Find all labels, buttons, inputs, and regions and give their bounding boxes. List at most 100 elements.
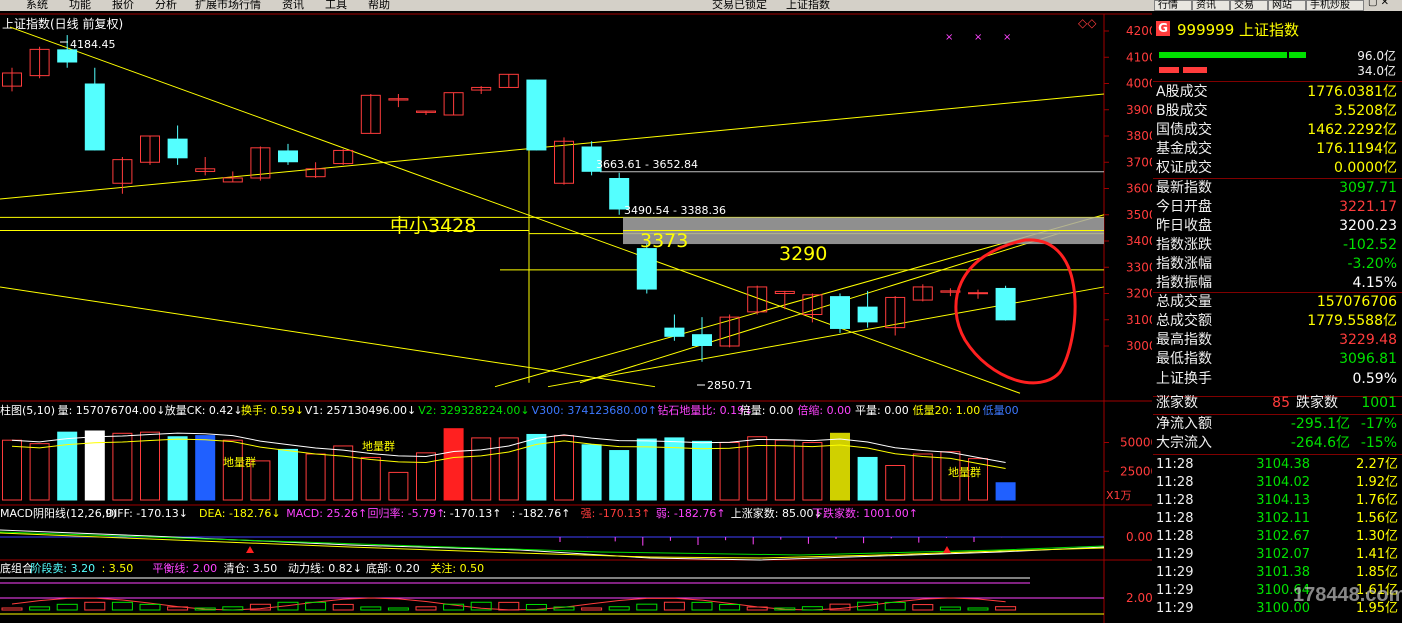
volume-bar (471, 437, 492, 501)
tick-time: 11:28 (1156, 457, 1194, 472)
up-count-label: 涨家数 (1156, 395, 1198, 411)
candle-down (664, 327, 685, 337)
candle-down (857, 306, 878, 323)
low-volume-label: 地量群 (362, 439, 395, 453)
bottom-legend: 底部: 0.20 (366, 561, 420, 575)
stat-value: 3221.17 (1339, 198, 1397, 215)
macd-signal-icon (943, 546, 951, 553)
stat-row: A股成交 1776.0381亿 (1156, 83, 1402, 102)
y-tick-label: 3400 (1126, 234, 1152, 248)
tick-amount: 1.85亿 (1356, 565, 1398, 580)
macd-diff-line (0, 529, 1105, 561)
chart-title: 上证指数(日线 前复权) (2, 16, 123, 31)
tick-time: 11:28 (1156, 511, 1194, 526)
y-tick-label: 4200 (1126, 24, 1152, 38)
annotation-low: 2850.71 (707, 379, 753, 392)
stat-label: 国债成交 (1156, 122, 1212, 139)
marker-x-icon: × (974, 32, 982, 43)
down-count-label: 跌家数 (1296, 395, 1338, 411)
stat-label: 最高指数 (1156, 332, 1212, 349)
tick-row: 11:28 3104.13 1.76亿 (1156, 492, 1402, 510)
stat-value: 3229.48 (1339, 332, 1397, 349)
volume-bar (222, 439, 243, 501)
bottom-bar (167, 606, 189, 611)
kline-chart[interactable]: 3000 3100 3200 3300 3400 3500 3600 3700 3800 3900… (0, 0, 1152, 623)
volume-bar (388, 471, 409, 501)
tick-price: 3104.02 (1256, 475, 1310, 490)
tick-row: 11:29 3102.07 1.41亿 (1156, 546, 1402, 564)
flow-row-2: 大宗流入 -264.6亿 -15% (1156, 434, 1402, 453)
stat-label: 最低指数 (1156, 351, 1212, 368)
bottom-bar (498, 601, 520, 611)
bottom-bar (29, 606, 51, 611)
net-inflow-pct: -17% (1360, 416, 1397, 432)
bottom-bar (939, 606, 961, 611)
market-badge: G (1156, 21, 1170, 36)
btn-trade[interactable]: 交易 (1230, 0, 1268, 11)
tick-price: 3104.38 (1256, 457, 1310, 472)
annotation-high: 4184.45 (70, 38, 116, 51)
macd-legend: 回归率: -5.79↑ (368, 506, 446, 520)
stat-row: 权证成交 0.0000亿 (1156, 159, 1402, 178)
volume-legend: V2: 329328224.00↓ (418, 404, 529, 417)
bottom-bar (746, 606, 768, 611)
volume-bar (774, 439, 795, 501)
volume-bar (443, 428, 464, 501)
candle-down (84, 83, 105, 151)
stat-row: B股成交 3.5208亿 (1156, 102, 1402, 121)
volume-bar (140, 431, 160, 501)
candle-down (995, 287, 1016, 321)
stat-label: 总成交量 (1156, 294, 1212, 311)
tick-time: 11:28 (1156, 475, 1194, 490)
macd-legend: DIFF: -170.13↓ (106, 507, 188, 520)
bottom-legend: 底组合 (0, 561, 33, 575)
volume-legend: 倍缩: 0.00 (797, 403, 851, 417)
volume-ma10 (11, 438, 1006, 470)
bottom-legend: 清仓: 3.50 (224, 561, 278, 575)
tick-row: 11:28 3102.67 1.30亿 (1156, 528, 1402, 546)
y-tick-label: 3300 (1126, 260, 1152, 274)
candle-down (57, 49, 78, 63)
stat-label: 昨日收盘 (1156, 217, 1212, 234)
stat-row: 指数振幅 4.15% (1156, 274, 1402, 293)
advance-decline-row: 涨家数 85 跌家数 1001 (1156, 394, 1402, 413)
bottom-bar (56, 603, 78, 611)
bottom-bar (332, 603, 354, 611)
volume-tick-label: 50000 (1120, 436, 1152, 450)
tick-time: 11:29 (1156, 565, 1194, 580)
y-tick-label: 3100 (1126, 313, 1152, 327)
volume-bar (554, 435, 574, 501)
volume-legend: 换手: 0.59↓ (241, 403, 304, 417)
btn-quote[interactable]: 行情 (1154, 0, 1192, 11)
block-inflow-label: 大宗流入 (1156, 435, 1212, 451)
stat-value: 0.0000亿 (1334, 160, 1397, 177)
stat-value: 1776.0381亿 (1307, 84, 1397, 100)
net-inflow-value: -295.1亿 (1290, 416, 1350, 432)
sell-bar-red-2 (1183, 67, 1207, 73)
btn-website[interactable]: 网站 (1268, 0, 1306, 11)
btn-news[interactable]: 资讯 (1192, 0, 1230, 11)
y-tick-label: 4100 (1126, 50, 1152, 64)
stat-row: 国债成交 1462.2292亿 (1156, 121, 1402, 140)
volume-bar (195, 435, 216, 501)
volume-bar (305, 453, 326, 501)
stat-label: A股成交 (1156, 84, 1208, 100)
downtrend-line-2 (0, 286, 656, 388)
quote-panel: G 999999 上证指数 96.0亿 34.0亿 A股成交 1776.0381亿… (1153, 14, 1402, 623)
bottom-bar (967, 607, 989, 611)
window-controls-icon[interactable]: ▢ ✕ (1368, 0, 1389, 8)
volume-bar (29, 443, 50, 501)
btn-mobile[interactable]: 手机炒股 (1306, 0, 1364, 11)
macd-legend: 上涨家数: 85.00↓ (731, 506, 823, 520)
volume-bar (857, 456, 878, 501)
volume-legend: 低量20: 1.00 (913, 404, 981, 417)
annotation-3290: 3290 (779, 243, 827, 265)
bottom-bar (801, 606, 823, 611)
stat-label: 总成交额 (1156, 313, 1212, 330)
stat-label: 指数涨跌 (1156, 236, 1212, 253)
y-tick-label: 4000 (1126, 77, 1152, 91)
tick-amount: 1.92亿 (1356, 475, 1398, 490)
watermark: 178448.com (1293, 584, 1402, 606)
macd-legend: MACD阴阳线(12,26,9) (0, 506, 117, 520)
stat-row: 上证换手 0.59% (1156, 370, 1402, 389)
